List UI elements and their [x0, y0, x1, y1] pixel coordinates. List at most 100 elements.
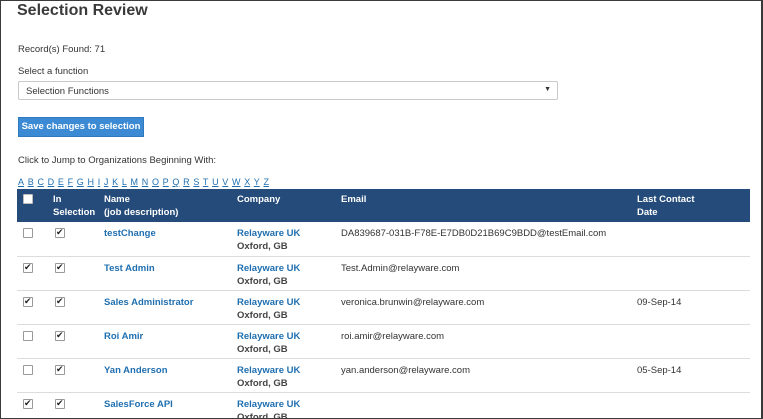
alphabet-link-j[interactable]: J: [104, 177, 109, 187]
function-select[interactable]: Selection Functions ▼: [18, 81, 558, 100]
header-last-contact: Last Contact Date: [637, 194, 695, 218]
in-selection-checkbox[interactable]: [55, 261, 65, 274]
email-cell: DA839687-031B-F78E-E7DB0D21B69C9BDD@test…: [337, 222, 633, 256]
alphabet-link-b[interactable]: B: [28, 177, 34, 187]
header-in-selection: In Selection: [53, 194, 96, 218]
in-selection-cell[interactable]: [49, 324, 100, 358]
row-select-checkbox[interactable]: [23, 330, 33, 341]
alphabet-link-p[interactable]: P: [163, 177, 169, 187]
email-text: Test.Admin@relayware.com: [341, 262, 460, 274]
alphabet-link-l[interactable]: L: [122, 177, 127, 187]
alphabet-link-w[interactable]: W: [232, 177, 241, 187]
alphabet-link-c[interactable]: C: [37, 177, 44, 187]
in-selection-cell[interactable]: [49, 290, 100, 324]
in-selection-cell[interactable]: [49, 222, 100, 256]
header-name: Name (job description): [104, 194, 179, 218]
alphabet-link-d[interactable]: D: [48, 177, 55, 187]
alphabet-link-a[interactable]: A: [18, 177, 24, 187]
company-location: Oxford, GB: [237, 275, 288, 287]
company-link[interactable]: Relayware UK: [237, 365, 300, 376]
person-name-link[interactable]: Roi Amir: [104, 331, 143, 342]
email-text: roi.amir@relayware.com: [341, 330, 445, 342]
name-cell: SalesForce API: [100, 392, 233, 418]
person-name-link[interactable]: testChange: [104, 228, 156, 239]
selection-table: In Selection Name (job description) Compan…: [17, 189, 750, 419]
in-selection-checkbox[interactable]: [55, 295, 65, 308]
row-checkbox-cell[interactable]: [17, 392, 49, 418]
last-contact-date: 05-Sep-14: [637, 364, 682, 376]
jump-label: Click to Jump to Organizations Beginning…: [18, 155, 217, 166]
email-cell: veronica.brunwin@relayware.com: [337, 290, 633, 324]
company-link[interactable]: Relayware UK: [237, 399, 300, 410]
alphabet-link-y[interactable]: Y: [254, 177, 260, 187]
dropdown-arrow-icon: ▼: [544, 86, 551, 93]
alphabet-link-t[interactable]: T: [203, 177, 209, 187]
select-all-checkbox[interactable]: [23, 194, 33, 204]
company-location: Oxford, GB: [237, 377, 288, 389]
email-text: yan.anderson@relayware.com: [341, 364, 470, 376]
last-contact-date: 09-Sep-14: [637, 296, 682, 308]
row-checkbox-cell[interactable]: [17, 324, 49, 358]
last-contact-cell: [633, 222, 750, 256]
company-link[interactable]: Relayware UK: [237, 297, 300, 308]
name-cell: Roi Amir: [100, 324, 233, 358]
table-row: SalesForce API Relayware UKOxford, GB: [17, 392, 750, 419]
alphabet-link-x[interactable]: X: [244, 177, 250, 187]
alphabet-link-f[interactable]: F: [68, 177, 74, 187]
save-selection-button[interactable]: Save changes to selection: [18, 117, 144, 137]
company-link[interactable]: Relayware UK: [237, 228, 300, 239]
row-checkbox-cell[interactable]: [17, 256, 49, 290]
table-header-row: In Selection Name (job description) Compan…: [17, 189, 750, 222]
alphabet-link-m[interactable]: M: [131, 177, 139, 187]
company-location: Oxford, GB: [237, 241, 288, 252]
person-name-link[interactable]: SalesForce API: [104, 399, 173, 410]
last-contact-cell: [633, 324, 750, 358]
header-select-all[interactable]: [17, 189, 49, 222]
row-checkbox-cell[interactable]: [17, 222, 49, 256]
in-selection-checkbox[interactable]: [55, 397, 65, 410]
alphabet-link-e[interactable]: E: [58, 177, 64, 187]
in-selection-checkbox[interactable]: [55, 329, 65, 342]
alphabet-link-h[interactable]: H: [87, 177, 94, 187]
alphabet-link-u[interactable]: U: [212, 177, 219, 187]
company-link[interactable]: Relayware UK: [237, 263, 300, 274]
row-checkbox-cell[interactable]: [17, 358, 49, 392]
in-selection-cell[interactable]: [49, 256, 100, 290]
page-frame: Selection Review Record(s) Found: 71 Sel…: [0, 0, 763, 419]
alphabet-link-i[interactable]: I: [98, 177, 101, 187]
company-link[interactable]: Relayware UK: [237, 331, 300, 342]
row-checkbox-cell[interactable]: [17, 290, 49, 324]
alphabet-link-r[interactable]: R: [183, 177, 190, 187]
row-select-checkbox[interactable]: [23, 261, 33, 274]
alphabet-link-g[interactable]: G: [77, 177, 84, 187]
in-selection-cell[interactable]: [49, 392, 100, 418]
alphabet-link-s[interactable]: S: [193, 177, 199, 187]
alphabet-link-o[interactable]: O: [152, 177, 159, 187]
email-cell: roi.amir@relayware.com: [337, 324, 633, 358]
in-selection-cell[interactable]: [49, 358, 100, 392]
alphabet-nav: A B C D E F G H I J K L M N O P Q R S T …: [18, 177, 270, 187]
in-selection-checkbox[interactable]: [55, 226, 65, 239]
row-select-checkbox[interactable]: [23, 228, 33, 238]
table-row: Sales Administrator Relayware UKOxford, G…: [17, 290, 750, 324]
alphabet-link-q[interactable]: Q: [172, 177, 179, 187]
in-selection-checkbox[interactable]: [55, 363, 65, 376]
row-select-checkbox[interactable]: [23, 295, 33, 308]
table-row: Test Admin Relayware UKOxford, GB Test.Adm…: [17, 256, 750, 290]
alphabet-link-k[interactable]: K: [112, 177, 118, 187]
alphabet-link-n[interactable]: N: [142, 177, 149, 187]
email-text: DA839687-031B-F78E-E7DB0D21B69C9BDD@test…: [341, 228, 607, 239]
person-name-link[interactable]: Sales Administrator: [104, 297, 193, 308]
alphabet-link-z[interactable]: Z: [263, 177, 269, 187]
email-cell: [337, 392, 633, 418]
row-select-checkbox[interactable]: [23, 397, 33, 410]
last-contact-cell: 05-Sep-14: [633, 358, 750, 392]
company-cell: Relayware UK Oxford, GB: [233, 290, 337, 324]
alphabet-link-v[interactable]: V: [222, 177, 228, 187]
company-cell: Relayware UK Oxford, GB: [233, 392, 337, 419]
person-name-link[interactable]: Test Admin: [104, 263, 155, 274]
person-name-link[interactable]: Yan Anderson: [104, 365, 168, 376]
records-found: Record(s) Found: 71: [18, 44, 106, 55]
row-select-checkbox[interactable]: [23, 364, 33, 375]
email-cell: Test.Admin@relayware.com: [337, 256, 633, 290]
